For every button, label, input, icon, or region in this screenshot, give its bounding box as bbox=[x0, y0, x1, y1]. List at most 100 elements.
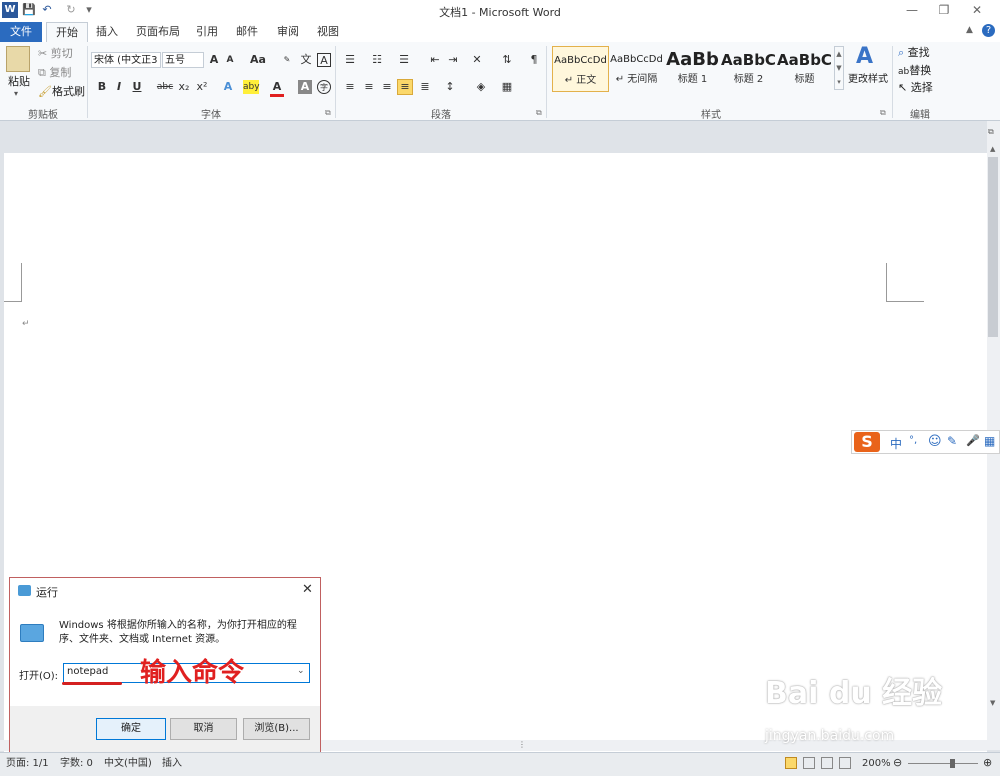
align-right-icon[interactable]: ≡ bbox=[380, 80, 394, 94]
restore-button[interactable]: ❐ bbox=[932, 2, 956, 18]
phonetic-guide-icon[interactable]: 文 bbox=[299, 53, 313, 67]
format-painter-button[interactable]: 🖌格式刷 bbox=[38, 84, 85, 100]
paragraph-dialog-launcher-icon[interactable]: ⧉ bbox=[536, 108, 542, 118]
scroll-thumb[interactable] bbox=[988, 157, 998, 337]
styles-gallery-scroll-icon[interactable]: ▲ ▼ ▾ bbox=[834, 46, 844, 90]
scroll-up-icon[interactable]: ▲ bbox=[990, 145, 995, 153]
font-color-icon[interactable]: A bbox=[270, 80, 284, 97]
scroll-down-icon[interactable]: ▼ bbox=[990, 699, 995, 707]
tab-view[interactable]: 视图 bbox=[311, 22, 345, 42]
ime-toolbar[interactable]: S 中 °, ☺ ✎ 🎤 ▦ bbox=[851, 430, 1000, 454]
tab-references[interactable]: 引用 bbox=[190, 22, 224, 42]
ime-voice-icon[interactable]: 🎤 bbox=[966, 434, 980, 447]
change-styles-icon[interactable]: A bbox=[856, 44, 873, 69]
chevron-down-icon[interactable]: ⌄ bbox=[297, 666, 305, 676]
find-button[interactable]: ⌕ 查找 bbox=[898, 45, 930, 61]
ime-handwrite-icon[interactable]: ✎ bbox=[947, 434, 957, 448]
zoom-level[interactable]: 200% bbox=[862, 757, 891, 771]
copy-button[interactable]: ⧉ 复制 bbox=[38, 65, 71, 81]
style-normal[interactable]: AaBbCcDd ↵ 正文 bbox=[552, 46, 609, 92]
strikethrough-icon[interactable]: abc bbox=[156, 80, 174, 94]
char-shading-icon[interactable]: A bbox=[298, 80, 312, 94]
chinese-layout-icon[interactable]: ✕ bbox=[470, 53, 484, 67]
tab-file[interactable]: 文件 bbox=[0, 22, 42, 42]
sogou-logo-icon[interactable]: S bbox=[854, 432, 880, 452]
ime-lang-icon[interactable]: 中 bbox=[890, 435, 902, 452]
distributed-icon[interactable]: ≣ bbox=[418, 80, 432, 94]
numbering-icon[interactable]: ☷ bbox=[370, 53, 384, 67]
scroll-grip-icon[interactable]: ⋮ bbox=[518, 740, 526, 750]
zoom-slider[interactable] bbox=[908, 763, 978, 764]
help-icon[interactable]: ? bbox=[982, 24, 995, 37]
sort-icon[interactable]: ⇅ bbox=[500, 53, 514, 67]
tab-mailings[interactable]: 邮件 bbox=[230, 22, 264, 42]
increase-indent-icon[interactable]: ⇥ bbox=[446, 53, 460, 67]
ok-button[interactable]: 确定 bbox=[96, 718, 166, 740]
collapse-ribbon-icon[interactable]: ▲ bbox=[966, 25, 973, 35]
zoom-out-icon[interactable]: ⊖ bbox=[893, 756, 902, 769]
ribbon-tabs: 文件 开始 插入 页面布局 引用 邮件 审阅 视图 ▲ ? bbox=[0, 22, 1000, 43]
paste-button[interactable]: 粘贴 bbox=[8, 74, 30, 90]
close-button[interactable]: ✕ bbox=[965, 2, 989, 18]
subscript-icon[interactable]: x₂ bbox=[177, 80, 191, 94]
line-spacing-icon[interactable]: ↕ bbox=[443, 80, 457, 94]
grow-font-icon[interactable]: A bbox=[207, 53, 221, 67]
tab-insert[interactable]: 插入 bbox=[90, 22, 124, 42]
borders-icon[interactable]: ▦ bbox=[500, 80, 514, 94]
style-heading-2[interactable]: AaBbC 标题 2 bbox=[721, 46, 776, 90]
replace-button[interactable]: ab替换 bbox=[898, 63, 931, 79]
font-dialog-launcher-icon[interactable]: ⧉ bbox=[325, 108, 331, 118]
close-icon[interactable]: ✕ bbox=[302, 582, 313, 597]
align-center-icon[interactable]: ≡ bbox=[362, 80, 376, 94]
enclose-chars-icon[interactable]: 字 bbox=[317, 80, 331, 94]
ime-emoji-icon[interactable]: ☺ bbox=[928, 434, 942, 449]
highlight-icon[interactable]: aby bbox=[243, 80, 260, 94]
bullets-icon[interactable]: ☰ bbox=[343, 53, 357, 67]
paste-dropdown-icon[interactable]: ▾ bbox=[14, 89, 18, 98]
cut-button[interactable]: ✂ 剪切 bbox=[38, 46, 73, 62]
change-styles-button[interactable]: 更改样式 bbox=[848, 72, 888, 88]
italic-icon[interactable]: I bbox=[112, 80, 126, 94]
bold-icon[interactable]: B bbox=[95, 80, 109, 94]
shading-icon[interactable]: ◈ bbox=[474, 80, 488, 94]
paste-icon[interactable] bbox=[6, 46, 30, 72]
ime-toolbox-icon[interactable]: ▦ bbox=[984, 434, 995, 448]
underline-icon[interactable]: U bbox=[130, 80, 144, 94]
select-button[interactable]: ↖ 选择 bbox=[898, 80, 933, 96]
tab-review[interactable]: 审阅 bbox=[271, 22, 305, 42]
shrink-font-icon[interactable]: A bbox=[223, 53, 237, 67]
font-name-combo[interactable]: 宋体 (中文正3 bbox=[91, 52, 161, 68]
clear-format-icon[interactable]: ✎ bbox=[280, 53, 294, 67]
multilevel-list-icon[interactable]: ☰ bbox=[397, 53, 411, 67]
language-status[interactable]: 中文(中国) bbox=[104, 757, 152, 771]
word-count[interactable]: 字数: 0 bbox=[60, 757, 93, 771]
browse-button[interactable]: 浏览(B)... bbox=[243, 718, 310, 740]
styles-dialog-launcher-icon[interactable]: ⧉ bbox=[880, 108, 886, 118]
page-count[interactable]: 页面: 1/1 bbox=[6, 757, 49, 771]
decrease-indent-icon[interactable]: ⇤ bbox=[428, 53, 442, 67]
insert-mode[interactable]: 插入 bbox=[162, 757, 182, 771]
print-layout-view-icon[interactable] bbox=[785, 757, 797, 769]
web-layout-view-icon[interactable] bbox=[821, 757, 833, 769]
change-case-icon[interactable]: Aa bbox=[248, 53, 268, 67]
tab-home[interactable]: 开始 bbox=[46, 22, 88, 43]
text-effects-icon[interactable]: A bbox=[221, 80, 235, 94]
style-no-spacing[interactable]: AaBbCcDd ↵ 无间隔 bbox=[609, 46, 664, 90]
style-title[interactable]: AaBbC 标题 bbox=[777, 46, 832, 90]
cancel-button[interactable]: 取消 bbox=[170, 718, 237, 740]
align-left-icon[interactable]: ≡ bbox=[343, 80, 357, 94]
tab-page-layout[interactable]: 页面布局 bbox=[130, 22, 186, 42]
justify-icon[interactable]: ≡ bbox=[397, 79, 413, 95]
superscript-icon[interactable]: x² bbox=[195, 80, 209, 94]
outline-view-icon[interactable] bbox=[839, 757, 851, 769]
char-border-icon[interactable]: A bbox=[317, 53, 331, 67]
show-marks-icon[interactable]: ¶ bbox=[527, 53, 541, 67]
full-screen-view-icon[interactable] bbox=[803, 757, 815, 769]
minimize-button[interactable]: — bbox=[900, 2, 924, 18]
style-heading-1[interactable]: AaBb 标题 1 bbox=[665, 46, 720, 90]
ime-punct-icon[interactable]: °, bbox=[909, 435, 917, 446]
zoom-in-icon[interactable]: ⊕ bbox=[983, 756, 992, 769]
font-size-combo[interactable]: 五号 bbox=[162, 52, 204, 68]
ruler-toggle-icon[interactable]: ⧉ bbox=[988, 127, 994, 137]
zoom-slider-thumb[interactable] bbox=[950, 759, 955, 768]
